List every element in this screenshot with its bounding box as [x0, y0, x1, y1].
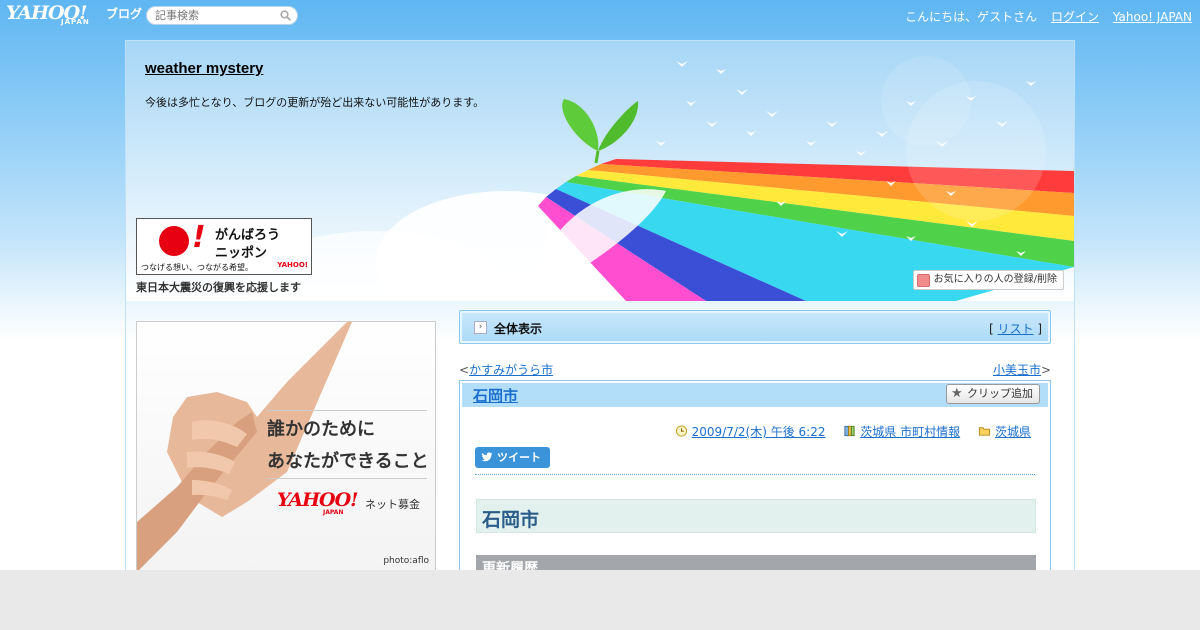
banner-caption: 東日本大震災の復興を応援します: [136, 281, 301, 294]
prev-arrow: <: [459, 363, 470, 377]
article-meta: 2009/7/2(木) 午後 6:22 茨城県 市町村情報 茨城県: [661, 423, 1031, 440]
article-heading-block: 石岡市: [476, 499, 1036, 533]
logo-blog: ブログ: [106, 7, 143, 21]
logo-japan: JAPAN: [61, 18, 90, 26]
favorite-register-button[interactable]: お気に入りの人の登録/削除: [912, 270, 1064, 290]
next-arrow: >: [1041, 363, 1052, 377]
red-dot-icon: [159, 226, 189, 256]
article-title[interactable]: 石岡市: [473, 385, 518, 406]
page: YAHOO! JAPAN ブログ こんにちは、ゲストさん ログイン Yahoo!…: [0, 0, 1200, 570]
blog-container: weather mystery 今後は多忙となり、ブログの更新が殆ど出来ない可能…: [125, 40, 1075, 570]
show-all-bar: › 全体表示 [ リスト ]: [459, 310, 1051, 344]
category-link[interactable]: 茨城県 市町村情報: [860, 425, 960, 439]
banner-brand: YAHOO!: [277, 261, 308, 269]
update-history-bar: 更新履歴: [476, 555, 1036, 570]
prev-article-link[interactable]: かすみがうら市: [469, 363, 553, 377]
tweet-button[interactable]: ツイート: [475, 447, 550, 468]
banner-line1: がんばろう: [215, 228, 281, 243]
book-icon: [844, 425, 855, 437]
rainbow-illustration: [526, 56, 1074, 301]
yahoo-blog-logo[interactable]: YAHOO! JAPAN ブログ: [6, 2, 142, 28]
blog-description: 今後は多忙となり、ブログの更新が殆ど出来ない可能性があります。: [145, 96, 485, 109]
divider: [267, 410, 427, 411]
net-donation-label: ネット募金: [365, 498, 420, 511]
update-history-label: 更新履歴: [482, 561, 538, 570]
meta-date: 2009/7/2(木) 午後 6:22: [675, 423, 826, 440]
clock-icon: [675, 425, 687, 437]
photo-credit: photo:aflo: [383, 556, 429, 566]
next-article-link[interactable]: 小美玉市: [993, 363, 1041, 377]
favorite-button-label: お気に入りの人の登録/削除: [933, 274, 1057, 285]
banner-line2: ニッポン: [215, 246, 268, 261]
folder-link[interactable]: 茨城県: [995, 425, 1031, 439]
clip-button-label: クリップ追加: [967, 387, 1033, 400]
tweet-label: ツイート: [497, 451, 541, 464]
meta-category: 茨城県 市町村情報: [843, 423, 960, 440]
donation-ad[interactable]: 誰かのために あなたができること YAHOO! JAPAN ネット募金 phot…: [136, 321, 436, 570]
bracket-close: ]: [1033, 322, 1042, 336]
exclamation-icon: !: [192, 220, 206, 255]
search-icon[interactable]: [280, 10, 291, 21]
article-heading: 石岡市: [482, 509, 540, 531]
show-all-label[interactable]: 全体表示: [494, 320, 542, 337]
list-link[interactable]: リスト: [997, 322, 1033, 336]
divider: [267, 478, 427, 479]
top-bar: YAHOO! JAPAN ブログ こんにちは、ゲストさん ログイン Yahoo!…: [0, 0, 1200, 32]
blog-title[interactable]: weather mystery: [145, 60, 263, 77]
next-article-nav: 小美玉市>: [993, 361, 1051, 378]
dotted-divider: [475, 474, 1035, 475]
ad-line2: あなたができること: [267, 451, 429, 472]
search-box: [146, 6, 298, 25]
yahoo-logo: YAHOO!: [277, 489, 358, 511]
folder-icon: [978, 427, 991, 436]
list-link-wrap: [ リスト ]: [989, 320, 1042, 337]
article-header: 石岡市 ★ クリップ追加: [462, 383, 1048, 407]
date-link[interactable]: 2009/7/2(木) 午後 6:22: [692, 425, 826, 439]
account-links: こんにちは、ゲストさん ログイン Yahoo! JAPAN: [895, 8, 1192, 25]
banner-tagline: つなげる想い、つながる希望。: [141, 263, 253, 272]
blog-header: weather mystery 今後は多忙となり、ブログの更新が殆ど出来ない可能…: [126, 41, 1074, 301]
greeting-text: こんにちは、ゲストさん: [905, 10, 1038, 24]
twitter-bird-icon: [481, 447, 493, 470]
chevron-right-icon[interactable]: ›: [474, 321, 487, 334]
clip-add-button[interactable]: ★ クリップ追加: [946, 384, 1040, 404]
yahoo-japan-link[interactable]: Yahoo! JAPAN: [1113, 10, 1192, 24]
star-icon: ★: [951, 386, 963, 401]
heart-icon: [916, 274, 930, 287]
login-link[interactable]: ログイン: [1051, 10, 1099, 24]
article: 石岡市 ★ クリップ追加 2009/7/2(木) 午後 6:22 茨城県 市町村…: [459, 380, 1051, 570]
ganbarou-nippon-banner[interactable]: ! がんばろう ニッポン つなげる想い、つながる希望。 YAHOO!: [136, 218, 312, 275]
prev-article-nav: <かすみがうら市: [459, 361, 553, 378]
search-input[interactable]: [155, 8, 275, 23]
yahoo-logo-japan: JAPAN: [323, 509, 344, 516]
ad-line1: 誰かのために: [267, 419, 375, 440]
meta-folder: 茨城県: [978, 423, 1031, 440]
handshake-photo: [137, 322, 352, 570]
